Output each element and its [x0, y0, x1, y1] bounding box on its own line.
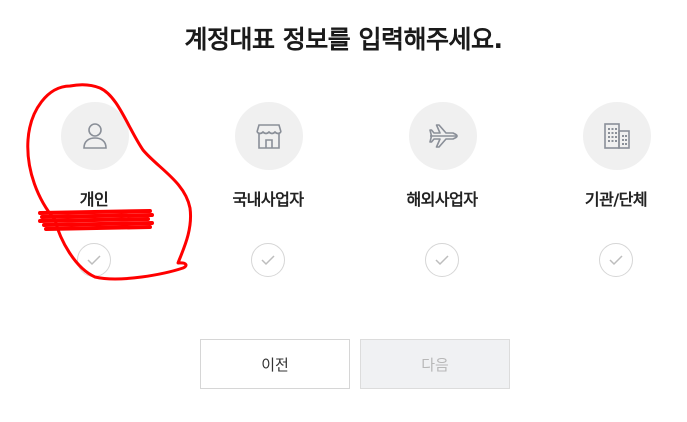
option-icon-circle	[409, 102, 477, 170]
building-icon	[604, 123, 630, 149]
option-overseas-business[interactable]: 해외사업자	[382, 100, 502, 290]
option-checkbox[interactable]	[77, 243, 111, 277]
option-label: 해외사업자	[406, 190, 478, 209]
option-label: 국내사업자	[232, 190, 304, 209]
option-icon-circle	[61, 102, 129, 170]
option-checkbox[interactable]	[425, 243, 459, 277]
option-individual[interactable]: 개인	[34, 100, 154, 290]
person-icon	[83, 123, 107, 149]
option-label: 개인	[79, 190, 109, 209]
airplane-icon	[429, 124, 458, 148]
option-icon-circle	[583, 102, 651, 170]
check-icon	[261, 255, 275, 266]
check-icon	[435, 255, 449, 266]
option-checkbox[interactable]	[599, 243, 633, 277]
option-label: 기관/단체	[584, 190, 648, 209]
check-icon	[87, 255, 101, 266]
option-checkbox[interactable]	[251, 243, 285, 277]
page-title: 계정대표 정보를 입력해주세요.	[184, 25, 503, 54]
next-button[interactable]: 다음	[360, 339, 510, 389]
store-icon	[256, 124, 282, 149]
option-organization[interactable]: 기관/단체	[556, 100, 676, 290]
prev-button[interactable]: 이전	[200, 339, 350, 389]
check-icon	[609, 255, 623, 266]
option-icon-circle	[235, 102, 303, 170]
option-domestic-business[interactable]: 국내사업자	[208, 100, 328, 290]
